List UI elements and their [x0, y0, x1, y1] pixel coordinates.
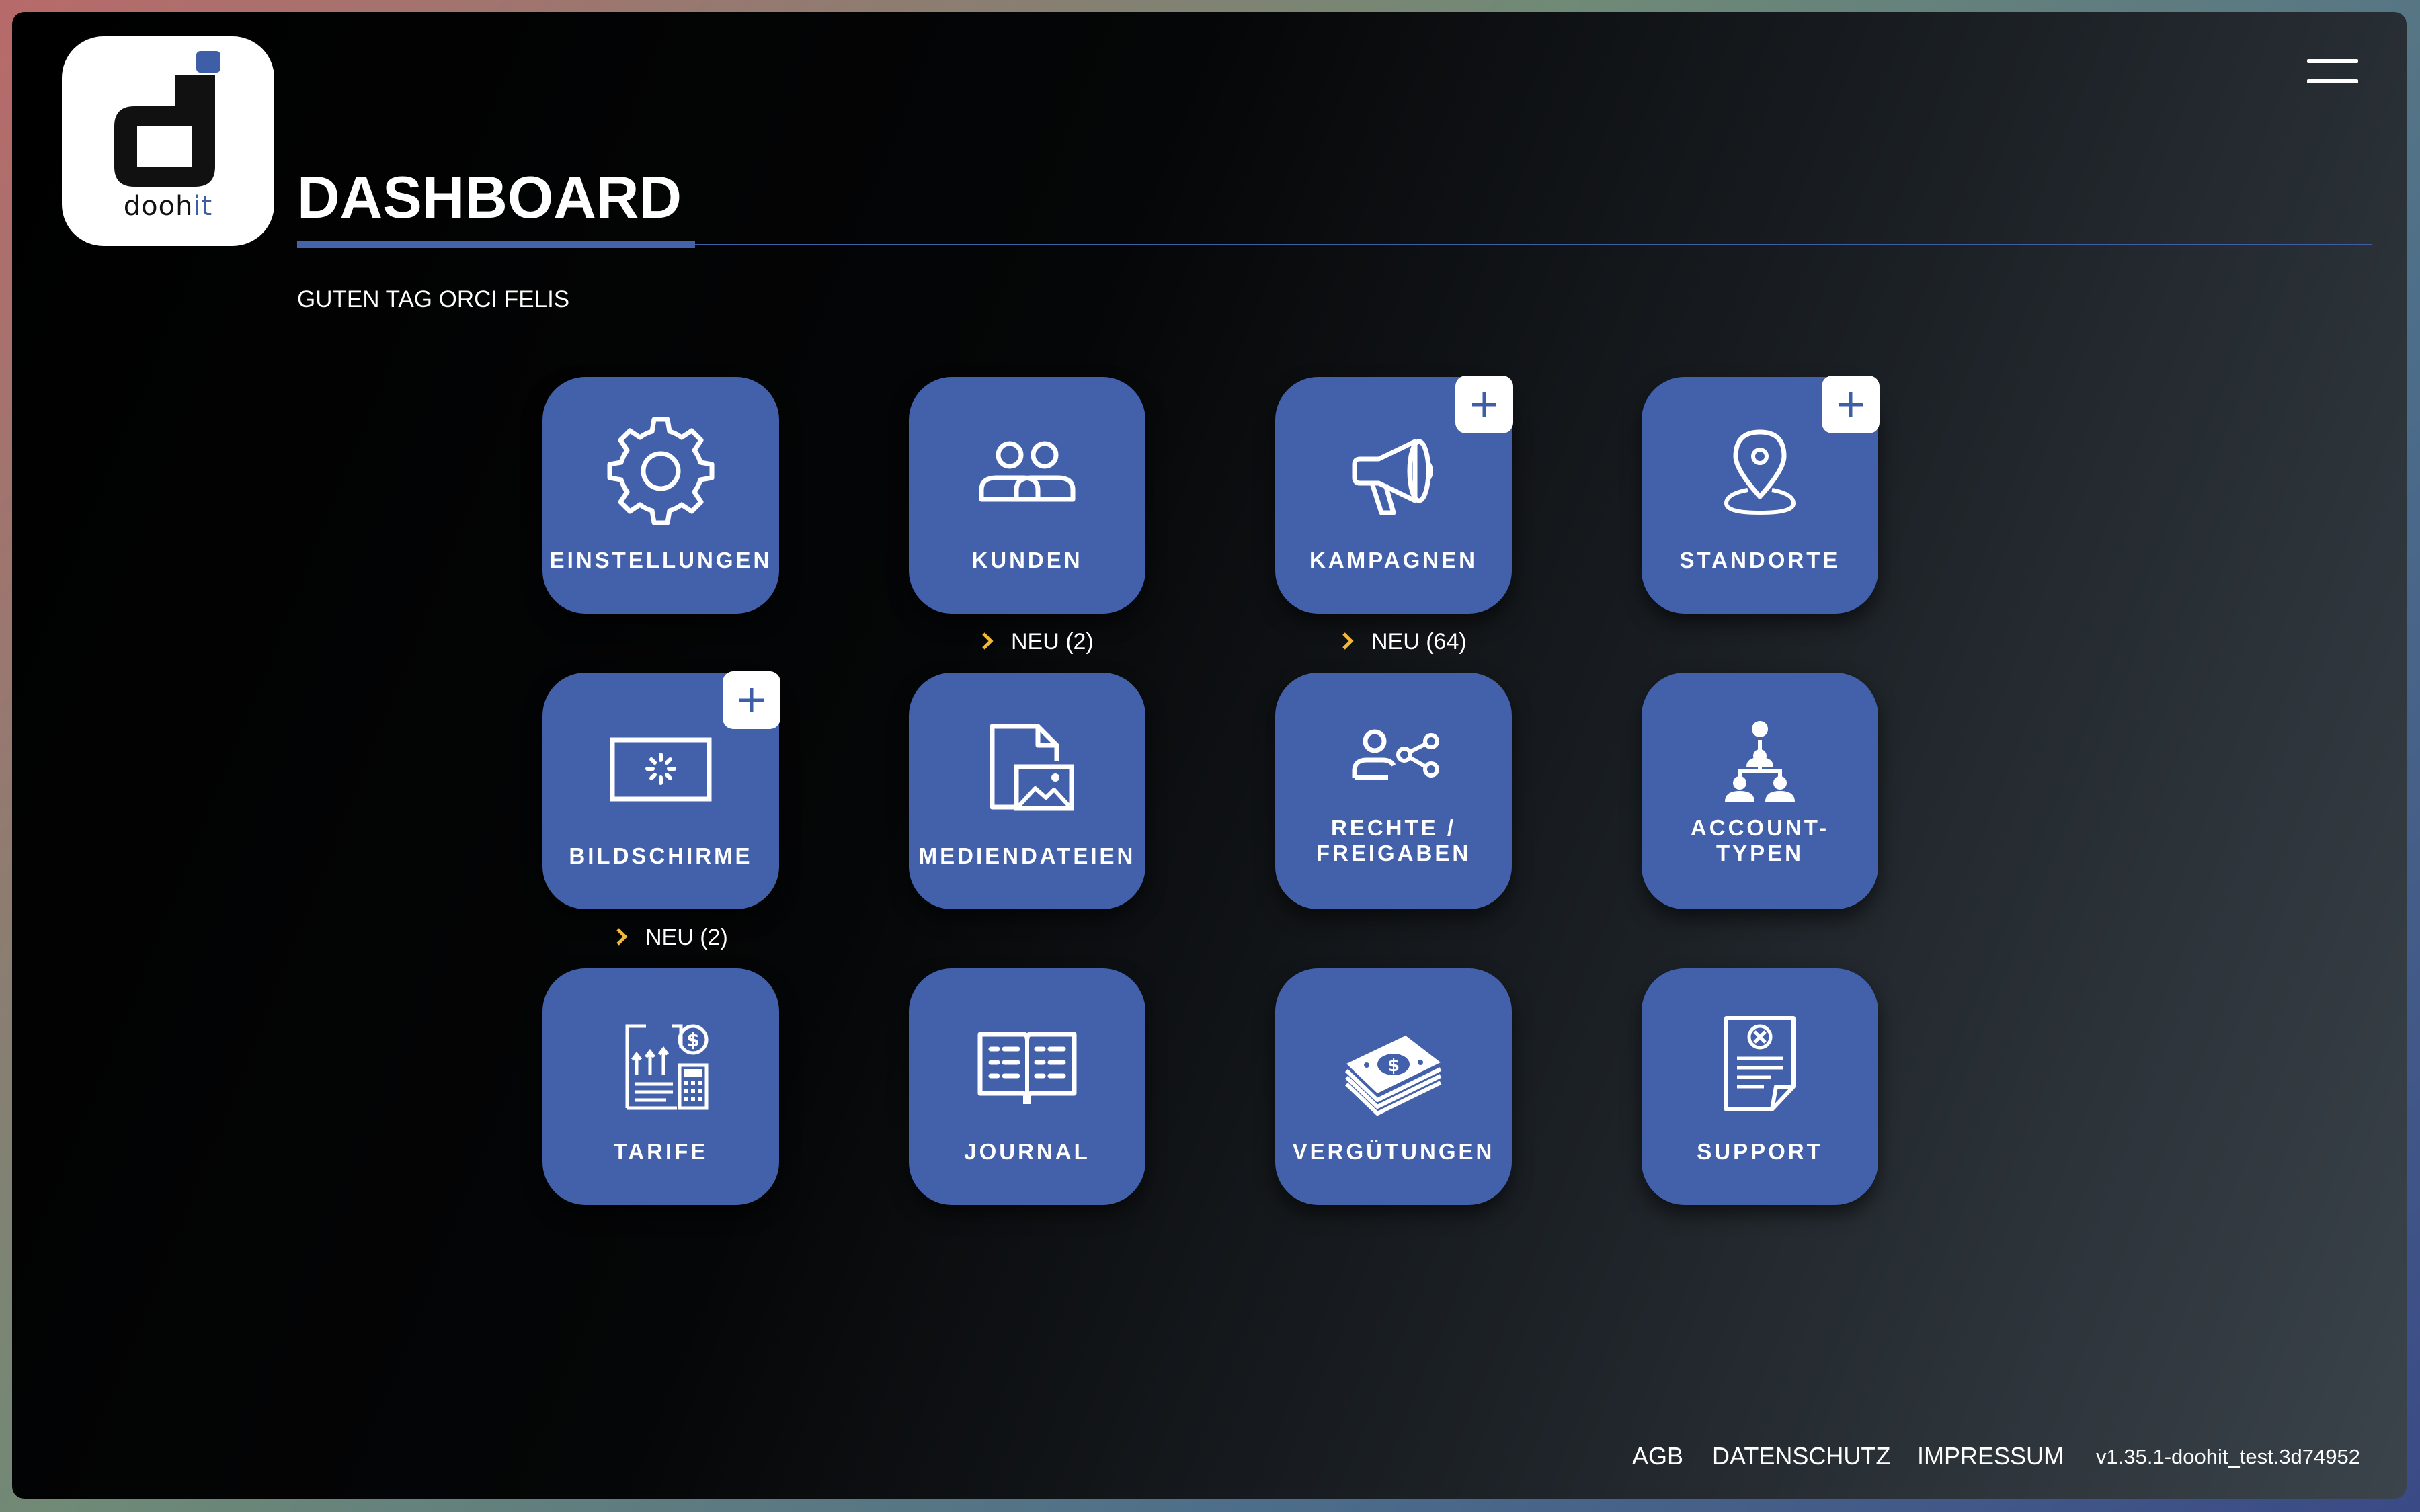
users-icon — [979, 441, 1076, 502]
screen-icon — [610, 737, 712, 802]
gear-icon — [607, 417, 715, 525]
page-title: DASHBOARD — [297, 164, 682, 230]
megaphone-icon — [1352, 439, 1433, 515]
tile-label: KAMPAGNEN — [1309, 548, 1478, 573]
plus-icon — [739, 688, 764, 712]
bildschirme-new-link[interactable]: NEU (2) — [616, 925, 728, 951]
tile-rechte-freigaben[interactable]: RECHTE / FREIGABEN — [1275, 673, 1512, 909]
tile-standorte[interactable]: STANDORTE — [1642, 376, 1880, 614]
support-document-icon — [1724, 1016, 1796, 1111]
logo-wordmark: doohit — [123, 191, 213, 222]
svg-text:$: $ — [686, 1029, 699, 1051]
hamburger-menu-icon[interactable] — [2307, 59, 2358, 86]
greeting-text: GUTEN TAG ORCI FELIS — [297, 286, 570, 312]
tile-label: ACCOUNT- TYPEN — [1690, 815, 1830, 866]
add-kampagne-button[interactable] — [1455, 376, 1513, 433]
plus-icon — [1472, 392, 1496, 417]
tile-label: VERGÜTUNGEN — [1292, 1139, 1495, 1164]
title-underline — [297, 241, 695, 248]
media-file-icon — [990, 724, 1074, 811]
doohit-logo[interactable]: doohit — [62, 36, 274, 246]
app-window: doohit DASHBOARD GUTEN TAG ORCI FELIS EI… — [12, 12, 2407, 1499]
chevron-right-icon — [616, 928, 628, 946]
tile-account-typen[interactable]: ACCOUNT- TYPEN — [1642, 673, 1878, 909]
tile-tarife[interactable]: $ TARIFE — [542, 968, 779, 1205]
location-pin-icon — [1724, 429, 1796, 515]
tile-journal[interactable]: JOURNAL — [909, 968, 1145, 1205]
tile-verguetungen[interactable]: $ VERGÜTUNGEN — [1275, 968, 1512, 1205]
money-stack-icon: $ — [1344, 1036, 1442, 1116]
tile-mediendateien[interactable]: MEDIENDATEIEN — [909, 673, 1145, 909]
tile-label: JOURNAL — [964, 1139, 1090, 1164]
tile-bildschirme[interactable]: BILDSCHIRME — [542, 671, 780, 909]
svg-text:$: $ — [1387, 1056, 1400, 1076]
chevron-right-icon — [1342, 632, 1354, 650]
footer-link-impressum[interactable]: IMPRESSUM — [1917, 1442, 2064, 1470]
kunden-new-link[interactable]: NEU (2) — [981, 629, 1094, 655]
plus-icon — [1839, 392, 1863, 417]
add-standort-button[interactable] — [1822, 376, 1880, 433]
open-book-icon — [977, 1032, 1077, 1104]
add-bildschirm-button[interactable] — [723, 671, 780, 729]
tile-label: SUPPORT — [1697, 1139, 1823, 1164]
user-share-icon — [1352, 729, 1439, 780]
tile-support[interactable]: SUPPORT — [1642, 968, 1878, 1205]
tile-label: STANDORTE — [1679, 548, 1841, 573]
hierarchy-icon — [1725, 721, 1795, 802]
tariff-document-icon: $ — [625, 1024, 709, 1110]
chevron-right-icon — [982, 632, 994, 650]
tile-kampagnen[interactable]: KAMPAGNEN — [1275, 376, 1513, 614]
footer-link-datenschutz[interactable]: DATENSCHUTZ — [1712, 1442, 1890, 1470]
tile-label: BILDSCHIRME — [569, 843, 753, 868]
tile-label: EINSTELLUNGEN — [549, 548, 772, 573]
tile-label: TARIFE — [613, 1139, 709, 1164]
tile-label: MEDIENDATEIEN — [918, 843, 1136, 868]
kampagnen-new-link[interactable]: NEU (64) — [1342, 629, 1467, 655]
footer-link-agb[interactable]: AGB — [1632, 1442, 1683, 1470]
tile-kunden[interactable]: KUNDEN — [909, 377, 1145, 614]
tile-label: KUNDEN — [971, 548, 1083, 573]
version-label: v1.35.1-doohit_test.3d74952 — [2096, 1445, 2360, 1468]
tile-einstellungen[interactable]: EINSTELLUNGEN — [542, 377, 779, 614]
tile-label: RECHTE / FREIGABEN — [1316, 815, 1471, 866]
